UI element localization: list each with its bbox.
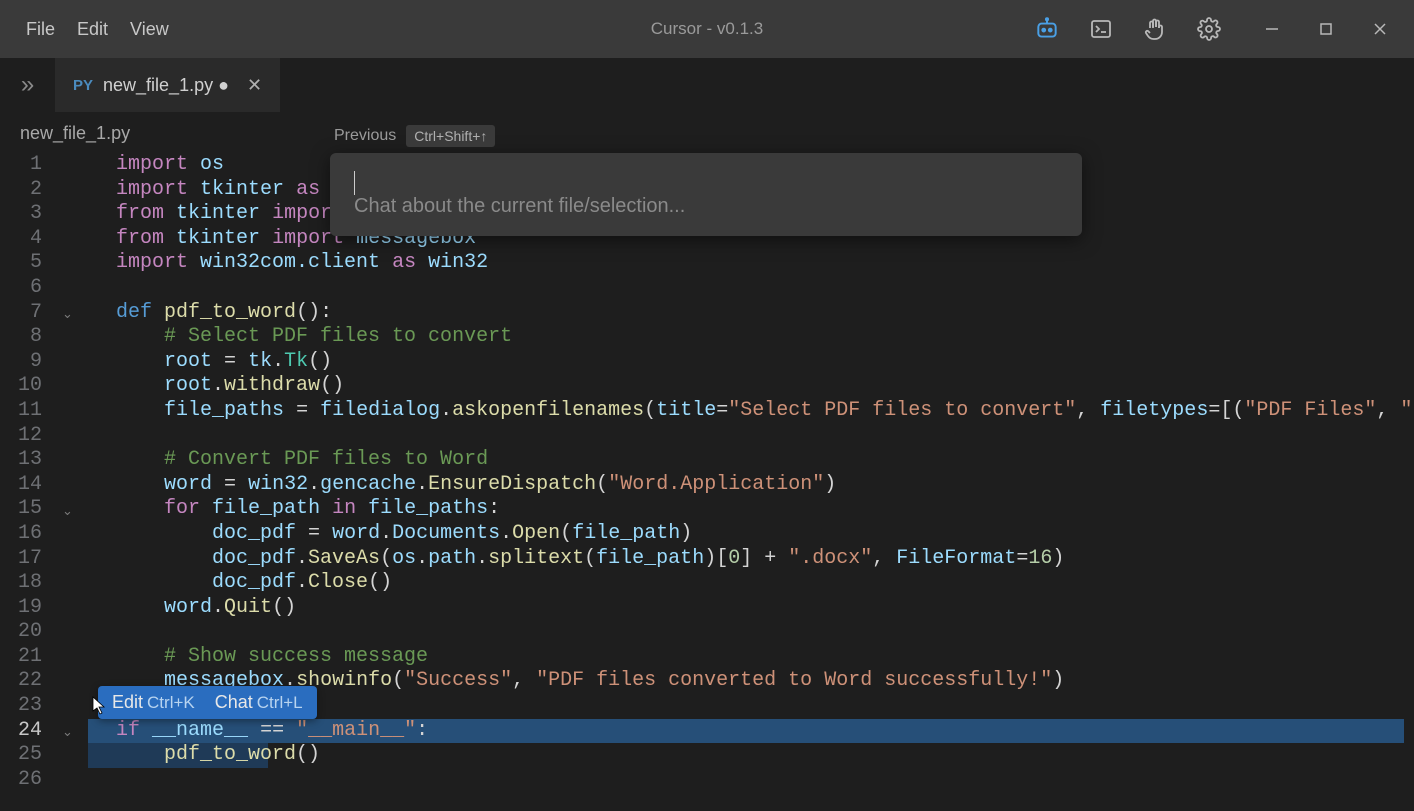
close-icon[interactable]: ✕ <box>247 75 262 96</box>
previous-label[interactable]: Previous <box>334 127 396 145</box>
chat-hint: Previous Ctrl+Shift+↑ <box>330 125 1082 147</box>
gear-icon[interactable] <box>1196 16 1222 42</box>
shortcut-badge: Ctrl+Shift+↑ <box>406 125 495 147</box>
chat-popup: Previous Ctrl+Shift+↑ <box>330 125 1082 236</box>
mouse-cursor-icon <box>92 696 108 721</box>
wave-icon[interactable] <box>1142 16 1168 42</box>
chat-input-box[interactable] <box>330 153 1082 236</box>
fold-icon[interactable]: ⌄ <box>62 500 73 525</box>
fold-icon[interactable]: ⌄ <box>62 303 73 328</box>
terminal-icon[interactable] <box>1088 16 1114 42</box>
chat-input[interactable] <box>354 195 1058 218</box>
window-controls <box>1262 19 1390 39</box>
tab-new-file-1[interactable]: PY new_file_1.py ● ✕ <box>55 58 280 112</box>
tab-lang-badge: PY <box>73 77 93 94</box>
fold-icon[interactable]: ⌄ <box>62 721 73 746</box>
titlebar: File Edit View Cursor - v0.1.3 <box>0 0 1414 58</box>
line-gutter: 1234567891011121314151617181920212223242… <box>0 153 88 792</box>
ai-bot-icon[interactable] <box>1034 16 1060 42</box>
inline-action-hint: EditCtrl+K ChatCtrl+L <box>98 686 317 719</box>
close-button[interactable] <box>1370 19 1390 39</box>
menu-view[interactable]: View <box>130 19 169 40</box>
maximize-button[interactable] <box>1316 19 1336 39</box>
title-actions <box>1034 16 1404 42</box>
tabbar: » PY new_file_1.py ● ✕ <box>0 58 1414 113</box>
menu-edit[interactable]: Edit <box>77 19 108 40</box>
chat-action[interactable]: ChatCtrl+L <box>215 692 303 713</box>
minimize-button[interactable] <box>1262 19 1282 39</box>
tab-filename: new_file_1.py ● <box>103 75 229 96</box>
menu-file[interactable]: File <box>26 19 55 40</box>
app-title: Cursor - v0.1.3 <box>651 19 763 39</box>
expand-sidebar-icon[interactable]: » <box>0 58 55 112</box>
edit-action[interactable]: EditCtrl+K <box>112 692 195 713</box>
menu-bar: File Edit View <box>10 19 169 40</box>
